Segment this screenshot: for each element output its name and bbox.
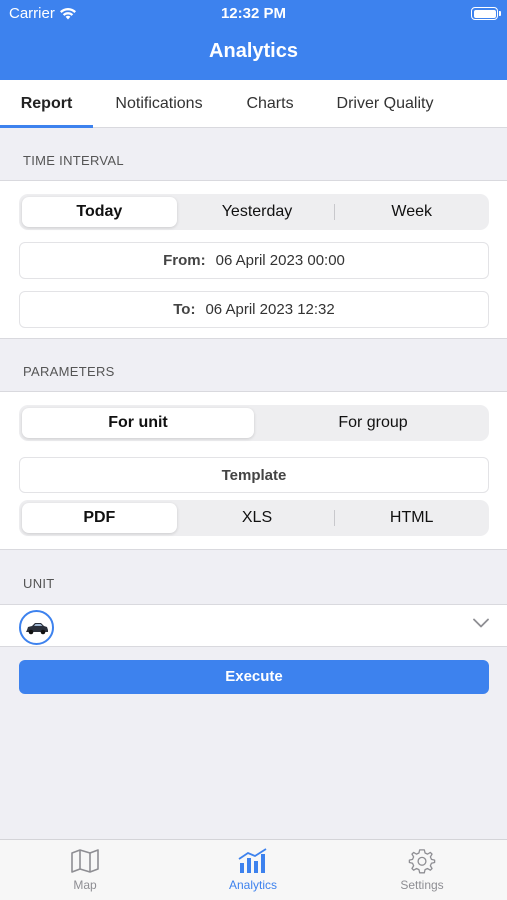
interval-segmented-control: Today Yesterday Week [19,194,489,230]
format-segmented-control: PDF XLS HTML [19,500,489,536]
page-title: Analytics [209,40,298,62]
to-date-field[interactable]: To: 06 April 2023 12:32 [19,291,489,328]
execute-button[interactable]: Execute [19,660,489,694]
scope-segmented-control: For unit For group [19,405,489,441]
segment-for-group[interactable]: For group [257,405,489,441]
analytics-icon [238,848,267,873]
to-label: To: [173,301,196,318]
segment-for-unit[interactable]: For unit [22,408,254,438]
tabbar-label-analytics: Analytics [228,878,278,892]
tabbar-item-map[interactable]: Map [25,848,145,892]
time-interval-header: TIME INTERVAL [23,153,124,168]
active-tab-indicator [0,125,93,128]
report-tabs: Report Notifications Charts Driver Quali… [0,80,507,128]
segment-today[interactable]: Today [22,197,177,227]
unit-selector[interactable] [0,604,507,647]
segment-week[interactable]: Week [334,194,489,230]
map-icon [71,849,99,873]
from-date-field[interactable]: From: 06 April 2023 00:00 [19,242,489,279]
bottom-tab-bar: Map Analytics Settings [0,839,507,900]
unit-header: UNIT [23,576,55,591]
status-bar: Carrier 12:32 PM [0,0,507,28]
from-value: 06 April 2023 00:00 [215,252,345,269]
tabbar-item-analytics[interactable]: Analytics [193,848,313,892]
template-field[interactable]: Template [19,457,489,493]
chevron-down-icon[interactable] [473,618,489,628]
tabbar-label-map: Map [73,878,97,892]
unit-avatar [19,610,54,645]
segment-pdf[interactable]: PDF [22,503,177,533]
time-interval-panel: Today Yesterday Week From: 06 April 2023… [0,180,507,339]
segment-html[interactable]: HTML [334,500,489,536]
segment-yesterday[interactable]: Yesterday [180,194,335,230]
car-icon [25,622,48,634]
tab-driver-quality[interactable]: Driver Quality [322,80,448,128]
nav-header: Carrier 12:32 PM Analytics [0,0,507,80]
tab-report[interactable]: Report [0,80,93,128]
tabbar-label-settings: Settings [400,878,444,892]
to-value: 06 April 2023 12:32 [205,301,335,318]
tabbar-item-settings[interactable]: Settings [362,848,482,892]
tab-notifications[interactable]: Notifications [101,80,217,128]
from-label: From: [163,252,206,269]
gear-icon [408,849,436,874]
parameters-panel: For unit For group Template PDF XLS HTML [0,391,507,550]
status-time: 12:32 PM [220,5,287,22]
tab-charts[interactable]: Charts [232,80,308,128]
battery-icon [471,7,501,20]
segment-xls[interactable]: XLS [180,500,335,536]
parameters-header: PARAMETERS [23,364,115,379]
